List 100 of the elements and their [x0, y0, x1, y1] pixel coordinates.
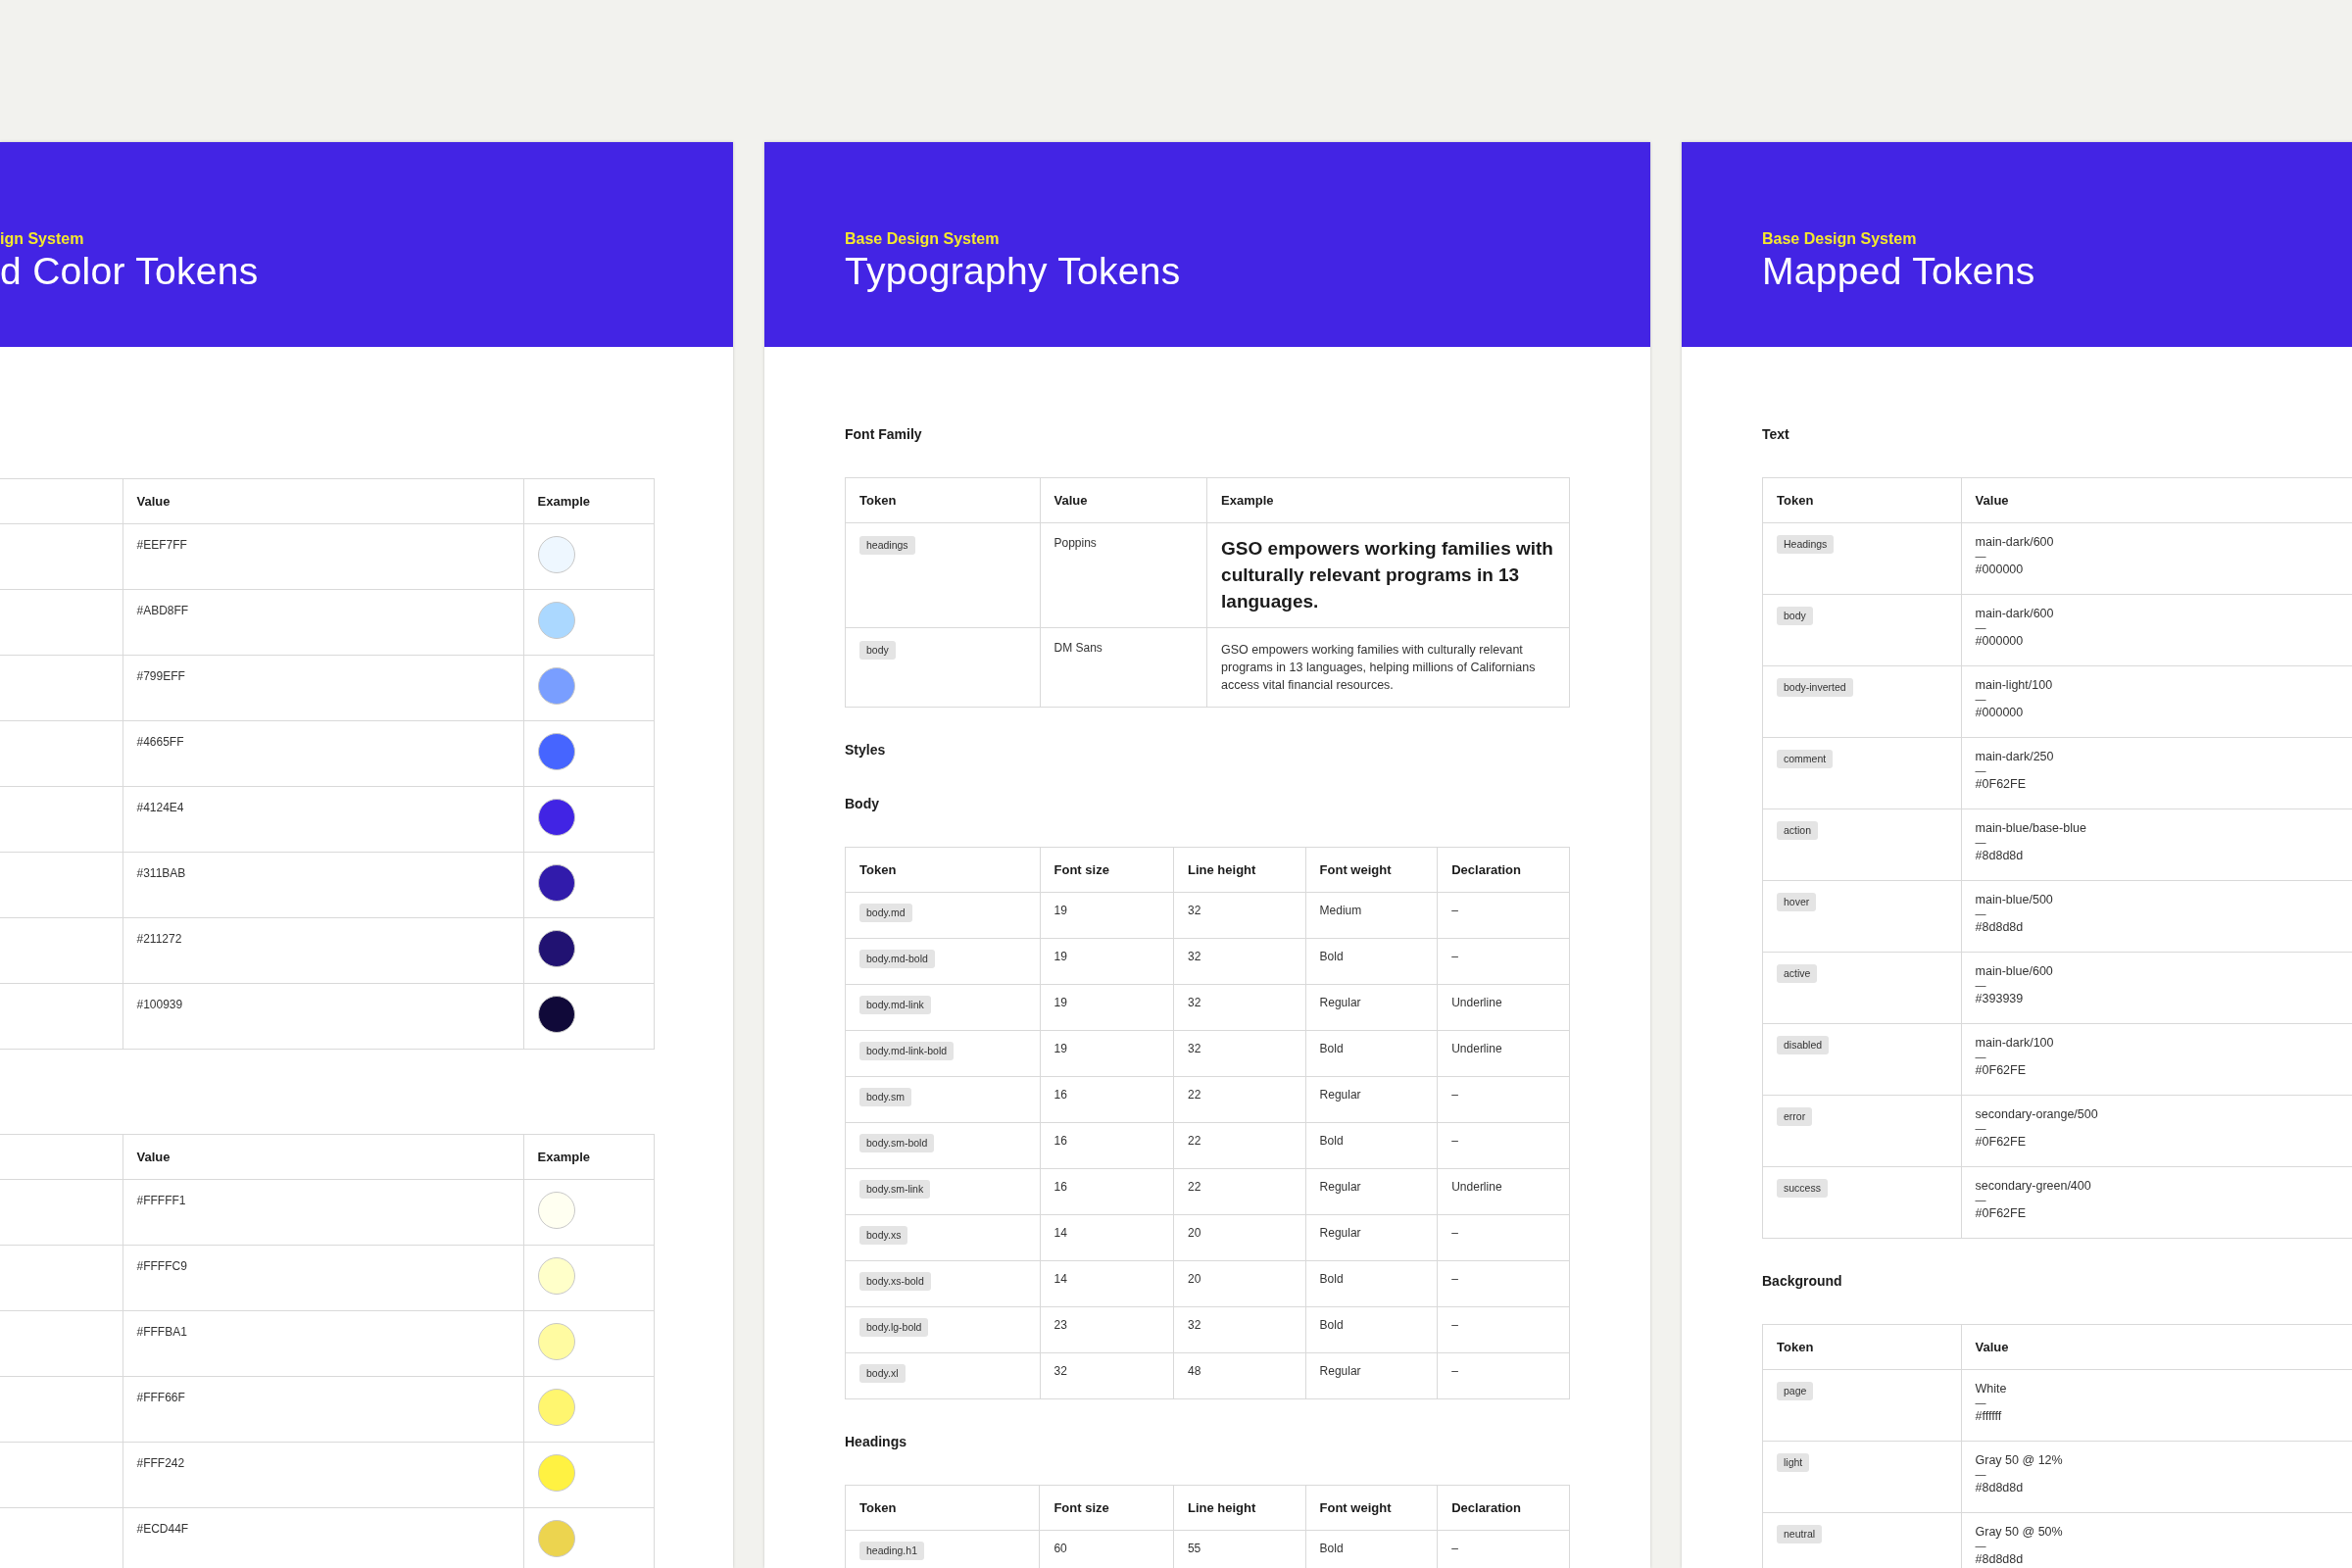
- table-cell: #4665FF: [122, 720, 523, 787]
- column-header: Font weight: [1305, 847, 1438, 893]
- value-text: main-blue/500: [1975, 893, 2053, 907]
- table-cell: #ABD8FF: [122, 589, 523, 656]
- column-header: Value: [122, 1134, 523, 1180]
- value-text: main-dark/100: [1975, 1036, 2054, 1051]
- token-chip: light: [1777, 1453, 1810, 1472]
- table-cell: Regular: [1305, 984, 1438, 1031]
- column-header: Font size: [1040, 847, 1174, 893]
- table-cell: –: [1437, 938, 1570, 985]
- table-cell: 19: [1040, 984, 1174, 1031]
- section-heading: Styles: [845, 741, 886, 759]
- table-cell: DM Sans: [1040, 627, 1207, 708]
- table-cell: 20: [1173, 1214, 1306, 1261]
- section-heading: Body: [845, 795, 879, 812]
- table-cell: –: [1437, 1076, 1570, 1123]
- table-cell: –: [1437, 1352, 1570, 1399]
- table-cell: –: [1437, 1122, 1570, 1169]
- hex-text: #000000: [1975, 563, 2024, 577]
- token-chip: Headings: [1777, 535, 1835, 554]
- table-cell: #FFFBA1: [122, 1310, 523, 1377]
- token-chip: active: [1777, 964, 1818, 983]
- table-cell: #FFF242: [122, 1442, 523, 1508]
- column-header: Example: [523, 478, 654, 524]
- table-cell: Underline: [1437, 984, 1570, 1031]
- table-cell: 16: [1040, 1076, 1174, 1123]
- table-cell: Underline: [1437, 1168, 1570, 1215]
- section-heading: Font Family: [845, 425, 922, 443]
- hex-text: #0F62FE: [1975, 1135, 2026, 1150]
- token-chip: body.xs: [859, 1226, 908, 1245]
- column-header: Value: [1961, 1324, 2352, 1370]
- table-cell: Poppins: [1040, 522, 1207, 628]
- table-cell: #FFFFC9: [122, 1245, 523, 1311]
- table-cell: 22: [1173, 1122, 1306, 1169]
- hex-text: #000000: [1975, 706, 2024, 720]
- table-cell: #211272: [122, 917, 523, 984]
- column-header: Example: [1206, 477, 1570, 523]
- token-chip: body.lg-bold: [859, 1318, 929, 1337]
- separator-text: —: [1975, 1051, 1986, 1063]
- value-text: main-dark/250: [1975, 750, 2054, 764]
- separator-text: —: [1975, 836, 1986, 849]
- token-chip: page: [1777, 1382, 1814, 1400]
- table-cell: –: [1437, 1306, 1570, 1353]
- column-header: Declaration: [1437, 1485, 1570, 1531]
- table-cell: Bold: [1305, 1260, 1438, 1307]
- column-header: Font size: [1039, 1485, 1174, 1531]
- token-chip: hover: [1777, 893, 1817, 911]
- token-chip: disabled: [1777, 1036, 1830, 1054]
- section-heading: Text: [1762, 425, 1789, 443]
- table-cell: 32: [1173, 1030, 1306, 1077]
- table-cell: Regular: [1305, 1076, 1438, 1123]
- table-cell: #FFFFF1: [122, 1179, 523, 1246]
- table-cell: 22: [1173, 1168, 1306, 1215]
- table-cell: 19: [1040, 938, 1174, 985]
- hex-text: #0F62FE: [1975, 777, 2026, 792]
- column-header: Value: [1040, 477, 1207, 523]
- separator-text: —: [1975, 1540, 1986, 1552]
- table-cell: Bold: [1305, 1122, 1438, 1169]
- value-text: Gray 50 @ 12%: [1975, 1453, 2063, 1468]
- token-chip: headings: [859, 536, 915, 555]
- token-chip: body.xs-bold: [859, 1272, 931, 1291]
- token-chip: body.xl: [859, 1364, 906, 1383]
- separator-text: —: [1975, 621, 1986, 634]
- separator-text: —: [1975, 550, 1986, 563]
- table-cell: #EEF7FF: [122, 523, 523, 590]
- table-cell: Medium: [1305, 892, 1438, 939]
- hex-text: #393939: [1975, 992, 2024, 1006]
- table-cell: 19: [1040, 1030, 1174, 1077]
- table-cell: Underline: [1437, 1030, 1570, 1077]
- token-chip: comment: [1777, 750, 1834, 768]
- eyebrow-text: ign System: [0, 229, 84, 249]
- separator-text: —: [1975, 1122, 1986, 1135]
- table-cell: #4124E4: [122, 786, 523, 853]
- table-cell: Bold: [1305, 938, 1438, 985]
- value-text: secondary-orange/500: [1975, 1107, 2098, 1122]
- hex-text: #8d8d8d: [1975, 849, 2024, 863]
- table-cell: 22: [1173, 1076, 1306, 1123]
- hex-text: #8d8d8d: [1975, 1552, 2024, 1567]
- token-chip: heading.h1: [859, 1542, 924, 1560]
- table-cell: GSO empowers working families with culturally relevant programs in 13 languages, helping millions of Californians access vital financial resources.: [1206, 627, 1570, 708]
- column-header: Declaration: [1437, 847, 1570, 893]
- table-cell: 32: [1173, 892, 1306, 939]
- separator-text: —: [1975, 693, 1986, 706]
- hex-text: #ffffff: [1975, 1409, 2002, 1424]
- page-title: Typography Tokens: [845, 249, 1181, 294]
- table-cell: –: [1437, 1260, 1570, 1307]
- value-text: main-blue/base-blue: [1975, 821, 2086, 836]
- table-cell: 32: [1173, 1306, 1306, 1353]
- value-text: Gray 50 @ 50%: [1975, 1525, 2063, 1540]
- value-text: main-dark/600: [1975, 535, 2054, 550]
- column-header: Token: [845, 847, 1041, 893]
- table-cell: –: [1437, 1214, 1570, 1261]
- token-chip: body.sm-link: [859, 1180, 931, 1199]
- table-cell: 16: [1040, 1168, 1174, 1215]
- value-text: White: [1975, 1382, 2007, 1396]
- column-header: Token: [845, 477, 1040, 523]
- eyebrow-text: Base Design System: [845, 229, 1000, 249]
- separator-text: —: [1975, 907, 1986, 920]
- value-text: secondary-green/400: [1975, 1179, 2091, 1194]
- token-chip: body.sm-bold: [859, 1134, 935, 1152]
